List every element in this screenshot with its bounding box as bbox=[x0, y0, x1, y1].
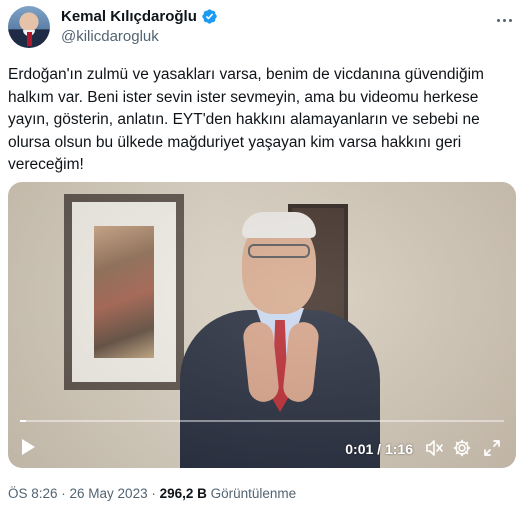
avatar-tie bbox=[27, 32, 32, 46]
display-name[interactable]: Kemal Kılıçdaroğlu bbox=[61, 8, 197, 25]
more-options-button[interactable] bbox=[494, 10, 514, 30]
tweet-text: Erdoğan'ın zulmü ve yasakları varsa, ben… bbox=[8, 66, 484, 174]
more-dot-icon bbox=[502, 18, 506, 22]
display-name-row: Kemal Kılıçdaroğlu bbox=[61, 8, 218, 25]
view-count: 296,2 B bbox=[159, 486, 207, 501]
video-progress-fill bbox=[20, 420, 27, 422]
tweet-time[interactable]: ÖS 8:26 bbox=[8, 486, 58, 501]
meta-separator: · bbox=[147, 486, 160, 501]
tweet-date[interactable]: 26 May 2023 bbox=[70, 486, 148, 501]
video-vignette bbox=[8, 182, 516, 468]
meta-separator: · bbox=[57, 486, 70, 501]
video-current-time: 0:01 bbox=[345, 441, 374, 457]
play-icon[interactable] bbox=[20, 438, 36, 456]
video-progress-bar[interactable] bbox=[20, 420, 504, 422]
tweet-meta: ÖS 8:26 · 26 May 2023 · 296,2 B Görüntül… bbox=[8, 486, 296, 501]
more-dot-icon bbox=[508, 18, 512, 22]
avatar[interactable] bbox=[8, 6, 50, 48]
video-time-separator: / bbox=[373, 441, 385, 457]
author-handle[interactable]: @kilicdarogluk bbox=[61, 28, 218, 45]
author-names: Kemal Kılıçdaroğlu @kilicdarogluk bbox=[61, 8, 218, 45]
settings-icon[interactable] bbox=[452, 438, 472, 458]
video-duration: 1:16 bbox=[384, 441, 413, 457]
view-count-label: Görüntülenme bbox=[206, 486, 297, 501]
more-dot-icon bbox=[496, 18, 500, 22]
video-player[interactable]: 0:01 / 1:16 bbox=[8, 182, 516, 468]
video-time: 0:01 / 1:16 bbox=[345, 441, 413, 457]
fullscreen-icon[interactable] bbox=[482, 438, 502, 458]
video-controls: 0:01 / 1:16 bbox=[8, 428, 516, 468]
verified-badge-icon bbox=[202, 9, 217, 24]
mute-icon[interactable] bbox=[424, 438, 444, 458]
tweet-header: Kemal Kılıçdaroğlu @kilicdarogluk bbox=[8, 6, 518, 50]
